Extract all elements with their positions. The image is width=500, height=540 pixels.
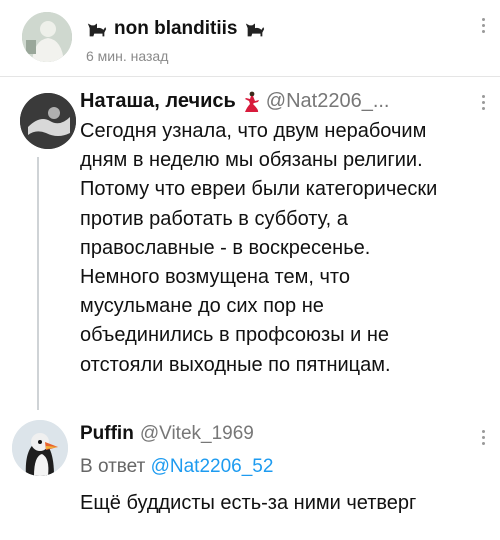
dancer-icon <box>244 91 259 112</box>
thread-line <box>37 157 39 410</box>
cat-icon <box>245 23 264 37</box>
header-author-name[interactable]: non blanditiis <box>114 18 238 40</box>
reply-to-line: В ответ @Nat2206_52 <box>80 456 273 478</box>
header-avatar[interactable] <box>22 12 72 62</box>
more-vertical-icon[interactable] <box>480 95 486 110</box>
tweet-header: Наташа, лечись @Nat2206_... <box>80 90 390 113</box>
tweet-avatar[interactable] <box>20 93 76 149</box>
tweet-author-name[interactable]: Наташа, лечись <box>80 90 236 113</box>
reply-text: Ещё буддисты есть-за ними четверг <box>80 492 417 514</box>
reply-mention-link[interactable]: @Nat2206_52 <box>151 456 274 477</box>
cat-icon <box>87 23 107 37</box>
reply-header: Puffin @Vitek_1969 <box>80 423 254 445</box>
reply-author-handle[interactable]: @Vitek_1969 <box>140 423 254 445</box>
more-vertical-icon[interactable] <box>480 430 486 445</box>
header-author: non blanditiis <box>86 18 266 40</box>
tweet-author-handle[interactable]: @Nat2206_... <box>266 90 390 113</box>
reply-avatar[interactable] <box>12 420 68 476</box>
more-vertical-icon[interactable] <box>480 18 486 33</box>
tweet-text: Сегодня узнала, что двум нерабочим дням … <box>80 120 438 376</box>
divider <box>0 76 500 77</box>
header-timestamp: 6 мин. назад <box>86 48 169 64</box>
reply-author-name[interactable]: Puffin <box>80 423 134 445</box>
reply-prefix: В ответ <box>80 456 146 477</box>
